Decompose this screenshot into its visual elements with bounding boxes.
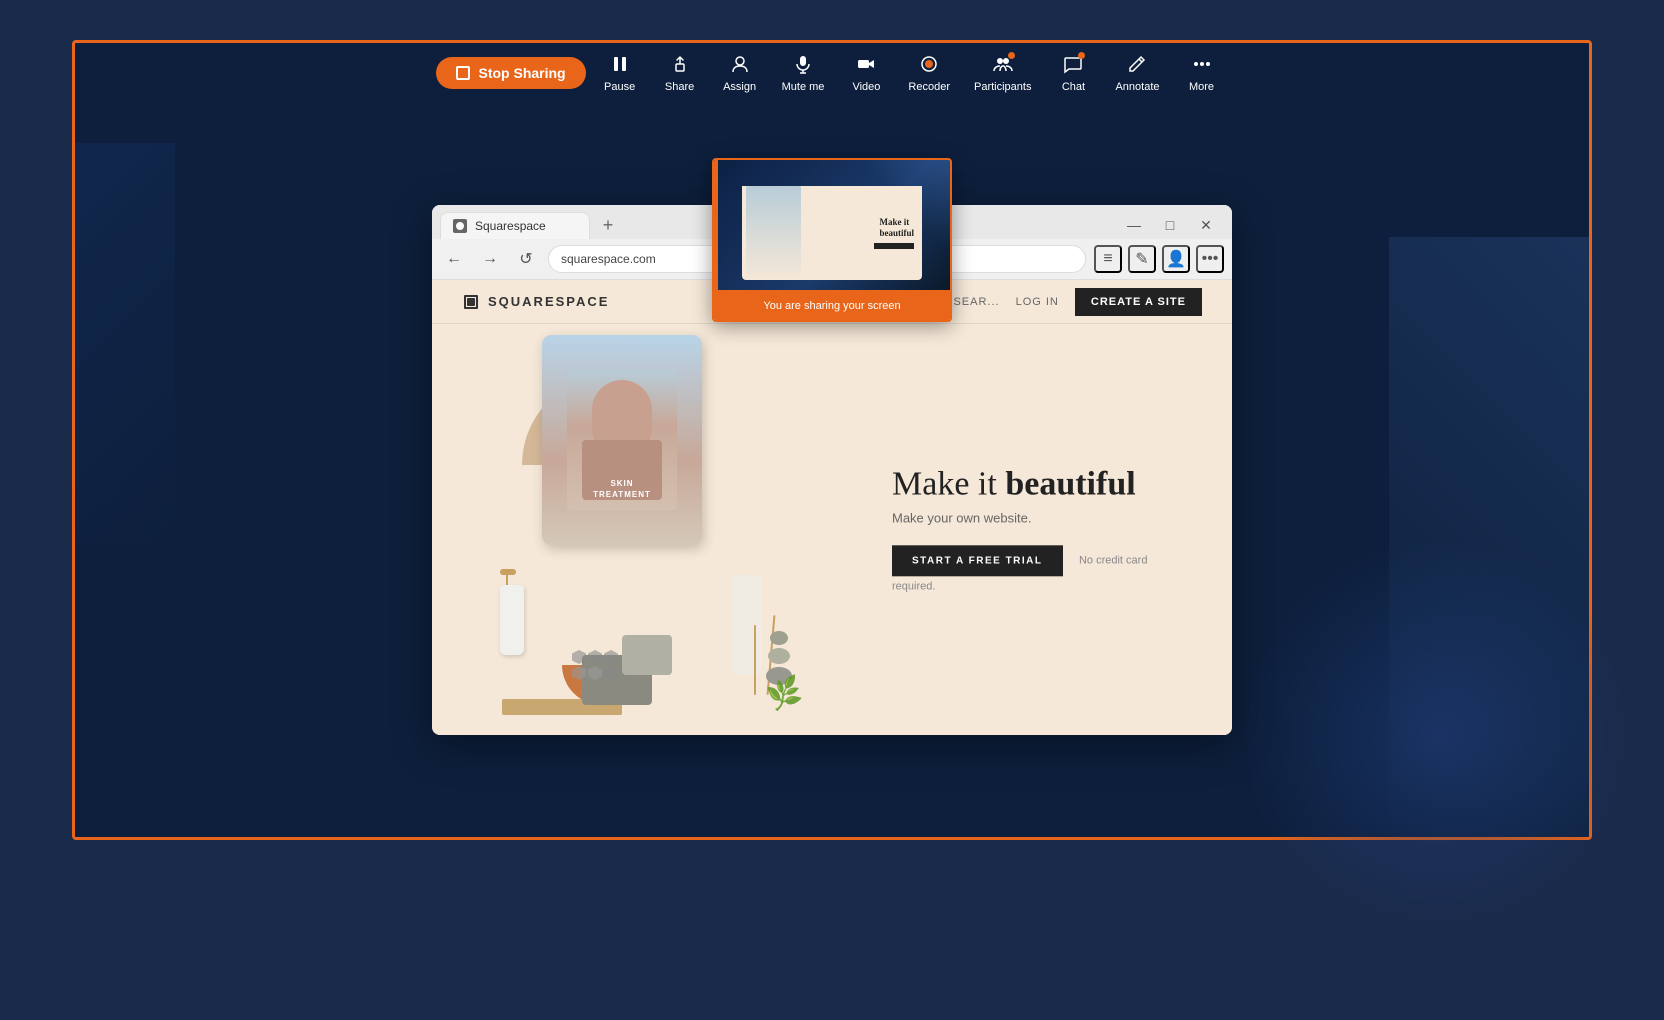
- sharing-label-bar: You are sharing your screen: [714, 290, 950, 320]
- chat-icon: [1063, 54, 1083, 78]
- close-button[interactable]: ✕: [1192, 211, 1220, 239]
- tablet-device: SKINTREATMENT: [542, 335, 702, 545]
- forward-button[interactable]: →: [476, 245, 504, 273]
- video-label: Video: [852, 81, 880, 93]
- squarespace-logo: SQUARESPACE: [462, 293, 609, 311]
- meeting-toolbar: Stop Sharing Pause Share: [75, 43, 1589, 103]
- browser-tab-squarespace[interactable]: Squarespace: [440, 212, 590, 239]
- lotion-bottle: [492, 565, 532, 655]
- annotate-label: Annotate: [1115, 81, 1159, 93]
- pause-icon: [610, 54, 630, 78]
- screen-share-preview: Make itbeautiful You are sharing your sc…: [712, 158, 952, 322]
- browser-edit-button[interactable]: ✎: [1128, 245, 1156, 273]
- preview-page-content: Make itbeautiful: [742, 186, 922, 280]
- main-content-area: Squarespace + — □ ✕: [75, 103, 1589, 837]
- tab-label: Squarespace: [475, 219, 546, 233]
- start-trial-button[interactable]: START A FREE TRIAL: [892, 545, 1063, 576]
- sharing-label-text: You are sharing your screen: [763, 300, 900, 312]
- tab-favicon: [453, 219, 467, 233]
- preview-cta-button: [874, 243, 914, 249]
- leaf-decoration: 🌿: [763, 673, 805, 714]
- stop-sharing-label: Stop Sharing: [478, 65, 565, 81]
- participants-label: Participants: [974, 81, 1031, 93]
- video-button[interactable]: Video: [840, 50, 892, 97]
- hero-subheadline: Make your own website.: [892, 510, 1172, 525]
- participants-button[interactable]: Participants: [966, 50, 1039, 97]
- squarespace-nav-right: SEAR... LOG IN CREATE A SITE: [953, 288, 1202, 316]
- create-site-button[interactable]: CREATE A SITE: [1075, 288, 1202, 316]
- mute-label: Mute me: [782, 81, 825, 93]
- preview-product-image: [746, 186, 801, 280]
- more-icon: [1192, 54, 1212, 78]
- squarespace-hero-text: Make it beautiful Make your own website.…: [892, 465, 1172, 594]
- share-label: Share: [665, 81, 694, 93]
- annotate-icon: [1127, 54, 1147, 78]
- recoder-icon: [919, 54, 939, 78]
- minimize-button[interactable]: —: [1120, 211, 1148, 239]
- stone-block-2: [622, 635, 672, 675]
- browser-menu-button[interactable]: ≡: [1094, 245, 1122, 273]
- pause-button[interactable]: Pause: [594, 50, 646, 97]
- more-label: More: [1189, 81, 1214, 93]
- preview-inner-browser: Make itbeautiful: [742, 170, 922, 280]
- video-icon: [856, 54, 876, 78]
- assign-icon: [730, 54, 750, 78]
- assign-button[interactable]: Assign: [714, 50, 766, 97]
- recoder-button[interactable]: Recoder: [900, 50, 958, 97]
- preview-border-indicator: [714, 160, 718, 290]
- metal-rod-2: [754, 625, 756, 695]
- mute-button[interactable]: Mute me: [774, 50, 833, 97]
- search-nav-item: SEAR...: [953, 296, 999, 308]
- screen-share-frame: Stop Sharing Pause Share: [72, 40, 1592, 840]
- maximize-button[interactable]: □: [1156, 211, 1184, 239]
- hex-pattern: [572, 650, 618, 680]
- tablet-screen: SKINTREATMENT: [542, 335, 702, 545]
- sq-logo-icon: [462, 293, 480, 311]
- share-icon: [670, 54, 690, 78]
- refresh-button[interactable]: ↺: [512, 245, 540, 273]
- participants-icon: [993, 54, 1013, 78]
- new-tab-button[interactable]: +: [594, 211, 622, 239]
- product-scene: SKINTREATMENT: [462, 315, 822, 735]
- preview-hero-text: Make itbeautiful: [879, 217, 914, 239]
- browser-profile-button[interactable]: 👤: [1162, 245, 1190, 273]
- mute-icon: [793, 54, 813, 78]
- chat-label: Chat: [1062, 81, 1085, 93]
- annotate-button[interactable]: Annotate: [1107, 50, 1167, 97]
- browser-more-button[interactable]: •••: [1196, 245, 1224, 273]
- cylinder-decoration: [732, 575, 762, 675]
- tablet-label: SKINTREATMENT: [593, 479, 651, 498]
- hero-headline: Make it beautiful: [892, 465, 1172, 502]
- assign-label: Assign: [723, 81, 756, 93]
- back-button[interactable]: ←: [440, 245, 468, 273]
- more-button[interactable]: More: [1176, 50, 1228, 97]
- squarespace-page: SQUARESPACE SEAR... LOG IN CREATE A SITE: [432, 280, 1232, 735]
- login-button[interactable]: LOG IN: [1016, 296, 1059, 308]
- share-button[interactable]: Share: [654, 50, 706, 97]
- squarespace-hero: SKINTREATMENT: [432, 324, 1232, 735]
- browser-action-buttons: ≡ ✎ 👤 •••: [1094, 245, 1224, 273]
- preview-thumbnail: Make itbeautiful: [714, 160, 950, 290]
- pause-label: Pause: [604, 81, 635, 93]
- stop-icon: [456, 66, 470, 80]
- recoder-label: Recoder: [908, 81, 950, 93]
- stop-sharing-button[interactable]: Stop Sharing: [436, 57, 585, 89]
- chat-button[interactable]: Chat: [1047, 50, 1099, 97]
